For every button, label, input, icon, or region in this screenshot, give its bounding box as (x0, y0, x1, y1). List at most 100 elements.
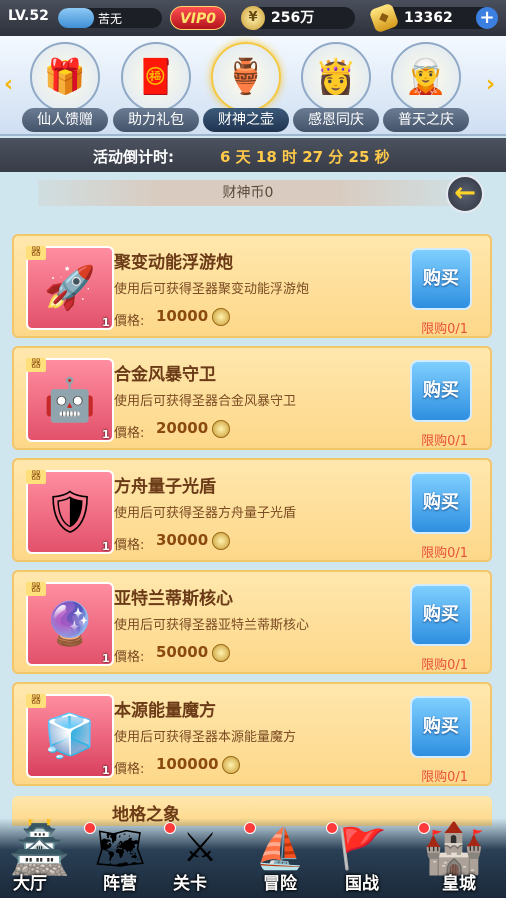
event-countdown: 活动倒计时: 6 天 18 时 27 分 25 秒 (0, 138, 506, 172)
tab-label: 感恩同庆 (293, 108, 379, 132)
palace-icon: 🏯 (8, 818, 72, 877)
event-tabs-bar: ‹ 🎁 仙人馈赠 🧧 助力礼包 🏺 财神之壶 👸 感恩同庆 🧝 普天之庆 › (0, 36, 506, 136)
item-quantity: 1 (102, 540, 110, 553)
nav-label: 关卡 (173, 874, 207, 894)
purchase-limit: 限购0/1 (421, 434, 468, 449)
nav-hall[interactable]: 🏯 大厅 (0, 818, 80, 896)
list-item: 🛡 器 1 方舟量子光盾 使用后可获得圣器方舟量子光盾 價格: 30000 购买… (12, 458, 492, 562)
tab-putian-zhiqing[interactable]: 🧝 普天之庆 (381, 40, 471, 134)
item-type-tag: 器 (26, 694, 46, 708)
nav-label: 国战 (345, 874, 379, 894)
ship-icon: ⛵ (255, 825, 305, 872)
price-label: 價格: (114, 426, 145, 441)
item-name: 聚变动能浮游炮 (114, 253, 233, 273)
treasure-pot-icon: 🏺 (211, 42, 281, 112)
item-type-tag: 器 (26, 246, 46, 260)
tab-zhuli-libao[interactable]: 🧧 助力礼包 (111, 40, 201, 134)
back-arrow-button[interactable]: ← (446, 175, 484, 213)
item-name: 方舟量子光盾 (114, 477, 216, 497)
list-item: 🔮 器 1 亚特兰蒂斯核心 使用后可获得圣器亚特兰蒂斯核心 價格: 50000 … (12, 570, 492, 674)
nav-national-war[interactable]: 🚩 国战 (322, 820, 402, 896)
item-type-tag: 器 (26, 358, 46, 372)
list-item: 🧊 器 1 本源能量魔方 使用后可获得圣器本源能量魔方 價格: 100000 购… (12, 682, 492, 786)
red-envelope-icon: 🧧 (121, 42, 191, 112)
purchase-limit: 限购0/1 (421, 658, 468, 673)
player-name: 苦无 (97, 12, 122, 26)
chevron-right-icon[interactable]: › (486, 72, 502, 98)
vip-badge[interactable]: VIP0 (170, 6, 226, 30)
item-price: 50000 (156, 643, 209, 661)
tab-xianren-kuizeng[interactable]: 🎁 仙人馈赠 (20, 40, 110, 134)
item-name: 合金风暴守卫 (114, 365, 216, 385)
player-name-plate[interactable]: 苦无 (58, 8, 162, 28)
add-gold-button[interactable]: + (476, 7, 498, 29)
war-flag-icon: 🚩 (337, 825, 387, 872)
coin-icon (212, 308, 230, 326)
nav-adventure[interactable]: ⛵ 冒险 (240, 820, 320, 896)
coin-icon: ¥ (241, 6, 265, 30)
nav-label: 冒险 (263, 874, 297, 894)
tab-ganen-tongqing[interactable]: 👸 感恩同庆 (291, 40, 381, 134)
buy-button[interactable]: 购买 (410, 472, 472, 534)
buy-button[interactable]: 购买 (410, 584, 472, 646)
item-description: 使用后可获得圣器合金风暴守卫 (114, 394, 297, 409)
item-name: 亚特兰蒂斯核心 (114, 589, 233, 609)
price-label: 價格: (114, 650, 145, 665)
top-status-bar: LV.52 苦无 VIP0 ¥ 256万 ◆ 13362 + (0, 0, 506, 36)
list-item: 🚀 器 1 聚变动能浮游炮 使用后可获得圣器聚变动能浮游炮 價格: 10000 … (12, 234, 492, 338)
tab-label: 普天之庆 (383, 108, 469, 132)
item-description: 使用后可获得圣器方舟量子光盾 (114, 506, 297, 521)
price-label: 價格: (114, 314, 145, 329)
nav-camp[interactable]: 🗺 阵营 (80, 820, 160, 896)
heroine-portrait-icon: 🧝 (391, 42, 461, 112)
buy-button[interactable]: 购买 (410, 248, 472, 310)
map-scroll-icon: 🗺 (94, 825, 146, 872)
coin-icon (212, 644, 230, 662)
item-quantity: 1 (102, 652, 110, 665)
countdown-label: 活动倒计时: (93, 148, 174, 166)
tab-label: 财神之壶 (203, 108, 289, 132)
item-price: 30000 (156, 531, 209, 549)
buy-button[interactable]: 购买 (410, 696, 472, 758)
crossed-swords-icon: ⚔ (182, 825, 218, 871)
item-quantity: 1 (102, 428, 110, 441)
coin-counter: ¥ 256万 (241, 6, 355, 30)
price-label: 價格: (114, 538, 145, 553)
coin-icon (212, 420, 230, 438)
list-item: 🤖 器 1 合金风暴守卫 使用后可获得圣器合金风暴守卫 價格: 20000 购买… (12, 346, 492, 450)
item-quantity: 1 (102, 316, 110, 329)
countdown-value: 6 天 18 时 27 分 25 秒 (220, 148, 390, 166)
gold-counter: ◆ 13362 + (368, 2, 498, 34)
caishen-coin-balance: 财神币0 (38, 180, 458, 206)
nav-stage[interactable]: ⚔ 关卡 (160, 820, 240, 896)
buy-button[interactable]: 购买 (410, 360, 472, 422)
item-price: 100000 (156, 755, 219, 773)
player-level: LV.52 (8, 8, 49, 24)
nav-label: 阵营 (103, 874, 137, 894)
tab-caishen-zhihu[interactable]: 🏺 财神之壶 (201, 40, 291, 134)
price-label: 價格: (114, 762, 145, 777)
tab-label: 助力礼包 (113, 108, 199, 132)
chevron-left-icon[interactable]: ‹ (4, 72, 20, 98)
nav-imperial-city[interactable]: 🏰 皇城 (414, 818, 504, 896)
castle-icon: 🏰 (422, 818, 486, 877)
coin-icon (212, 532, 230, 550)
nav-label: 大厅 (13, 874, 47, 894)
purchase-limit: 限购0/1 (421, 546, 468, 561)
purchase-limit: 限购0/1 (421, 770, 468, 785)
item-type-tag: 器 (26, 582, 46, 596)
coin-amount: 256万 (271, 10, 315, 26)
lucky-bag-icon: 🎁 (30, 42, 100, 112)
nav-label: 皇城 (442, 874, 476, 894)
item-price: 10000 (156, 307, 209, 325)
coin-icon (222, 756, 240, 774)
tab-label: 仙人馈赠 (22, 108, 108, 132)
gold-ingot-icon: ◆ (368, 2, 400, 34)
item-name: 本源能量魔方 (114, 701, 216, 721)
heroine-portrait-icon: 👸 (301, 42, 371, 112)
item-description: 使用后可获得圣器聚变动能浮游炮 (114, 282, 310, 297)
item-type-tag: 器 (26, 470, 46, 484)
item-description: 使用后可获得圣器亚特兰蒂斯核心 (114, 618, 310, 633)
gold-amount: 13362 (404, 10, 453, 26)
purchase-limit: 限购0/1 (421, 322, 468, 337)
